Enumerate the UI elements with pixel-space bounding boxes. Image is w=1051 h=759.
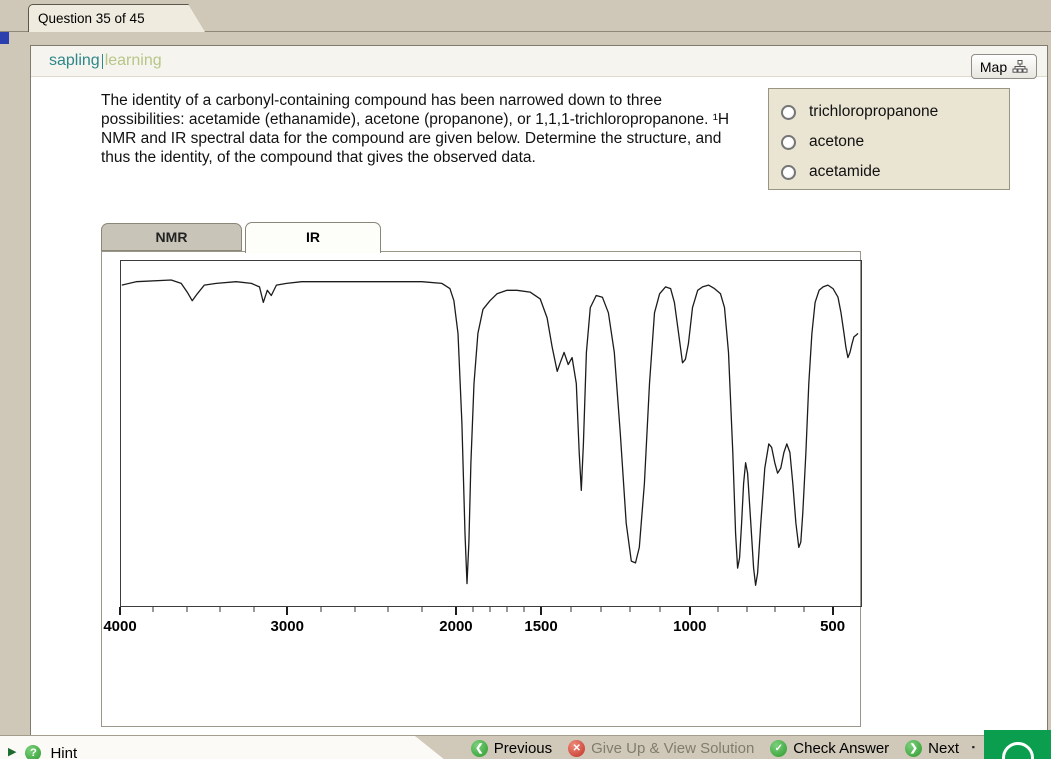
give-up-label: Give Up & View Solution: [591, 740, 754, 757]
x-minor-tick: [660, 607, 661, 612]
x-minor-tick: [524, 607, 525, 612]
x-tick-label: 3000: [271, 618, 304, 635]
choice-label: acetamide: [809, 163, 881, 181]
chat-widget-icon: [1002, 742, 1034, 759]
x-minor-tick: [600, 607, 601, 612]
x-minor-tick: [388, 607, 389, 612]
radio-button[interactable]: [781, 105, 796, 120]
x-major-tick: [689, 607, 691, 615]
choice-acetamide[interactable]: acetamide: [781, 157, 1009, 187]
x-minor-tick: [804, 607, 805, 612]
ir-spectrum-plot: [120, 260, 862, 607]
sapling-learning-logo: sapling learning: [49, 52, 162, 70]
map-button[interactable]: Map: [971, 54, 1037, 79]
check-answer-label: Check Answer: [793, 740, 889, 757]
x-minor-tick: [630, 607, 631, 612]
hint-label: Hint: [50, 735, 77, 759]
x-tick-label: 1000: [673, 618, 706, 635]
question-number-label: Question 35 of 45: [38, 11, 145, 26]
x-minor-tick: [253, 607, 254, 612]
previous-arrow-icon: ❮: [471, 740, 488, 757]
chat-widget-corner[interactable]: [984, 730, 1051, 759]
answer-choices-box: trichloropropanone acetone acetamide: [768, 88, 1010, 190]
tab-ir[interactable]: IR: [245, 222, 381, 253]
give-up-button[interactable]: ✕ Give Up & View Solution: [568, 740, 754, 757]
radio-button[interactable]: [781, 135, 796, 150]
map-button-label: Map: [980, 59, 1007, 75]
hint-question-icon: ?: [25, 745, 41, 759]
give-up-x-icon: ✕: [568, 740, 585, 757]
x-minor-tick: [507, 607, 508, 612]
logo-learning-text: learning: [105, 52, 162, 70]
choice-trichloropropanone[interactable]: trichloropropanone: [781, 97, 1009, 127]
sitemap-icon: [1012, 60, 1028, 73]
x-minor-tick: [220, 607, 221, 612]
x-minor-tick: [775, 607, 776, 612]
ir-spectrum-curve: [121, 261, 861, 606]
x-minor-tick: [354, 607, 355, 612]
choice-label: trichloropropanone: [809, 103, 938, 121]
question-tab-bar: Question 35 of 45: [0, 0, 1051, 32]
choice-acetone[interactable]: acetone: [781, 127, 1009, 157]
next-arrow-icon: ❯: [905, 740, 922, 757]
spectrum-panel: 4000 3000 2000 1500 1000 500: [101, 251, 861, 727]
x-minor-tick: [570, 607, 571, 612]
question-text: The identity of a carbonyl-containing co…: [101, 91, 749, 167]
previous-button[interactable]: ❮ Previous: [471, 740, 552, 757]
x-major-tick: [455, 607, 457, 615]
x-minor-tick: [153, 607, 154, 612]
x-tick-label: 500: [820, 618, 845, 635]
choice-label: acetone: [809, 133, 864, 151]
app-window: Question 35 of 45 sapling learning Map Th…: [0, 0, 1051, 759]
x-minor-tick: [490, 607, 491, 612]
tab-nmr[interactable]: NMR: [101, 223, 242, 251]
x-major-tick: [119, 607, 121, 615]
footer-buttons: ❮ Previous ✕ Give Up & View Solution ✓ C…: [471, 736, 959, 759]
x-major-tick: [832, 607, 834, 615]
x-tick-label: 1500: [524, 618, 557, 635]
hint-expand-arrow-icon[interactable]: ▶: [8, 739, 16, 758]
x-tick-label: 4000: [103, 618, 136, 635]
check-answer-button[interactable]: ✓ Check Answer: [770, 740, 889, 757]
x-tick-label: 2000: [439, 618, 472, 635]
x-minor-tick: [422, 607, 423, 612]
logo-divider: [102, 54, 103, 69]
main-panel: sapling learning Map The identity of a ca…: [30, 45, 1048, 759]
radio-button[interactable]: [781, 165, 796, 180]
x-minor-tick: [472, 607, 473, 612]
logo-sapling-text: sapling: [49, 52, 100, 70]
footer-bar: ▶ ? Hint ❮ Previous ✕ Give Up & View Sol…: [0, 735, 1051, 759]
previous-label: Previous: [494, 740, 552, 757]
next-button[interactable]: ❯ Next: [905, 740, 959, 757]
hint-tab[interactable]: ▶ ? Hint: [0, 736, 415, 759]
x-major-tick: [286, 607, 288, 615]
panel-header: sapling learning: [31, 46, 1047, 77]
x-major-tick: [540, 607, 542, 615]
x-minor-tick: [746, 607, 747, 612]
cut-off-glyph: ▪: [972, 742, 975, 752]
x-minor-tick: [186, 607, 187, 612]
check-icon: ✓: [770, 740, 787, 757]
next-label: Next: [928, 740, 959, 757]
x-minor-tick: [320, 607, 321, 612]
question-number-tab[interactable]: Question 35 of 45: [28, 4, 189, 32]
x-minor-tick: [718, 607, 719, 612]
